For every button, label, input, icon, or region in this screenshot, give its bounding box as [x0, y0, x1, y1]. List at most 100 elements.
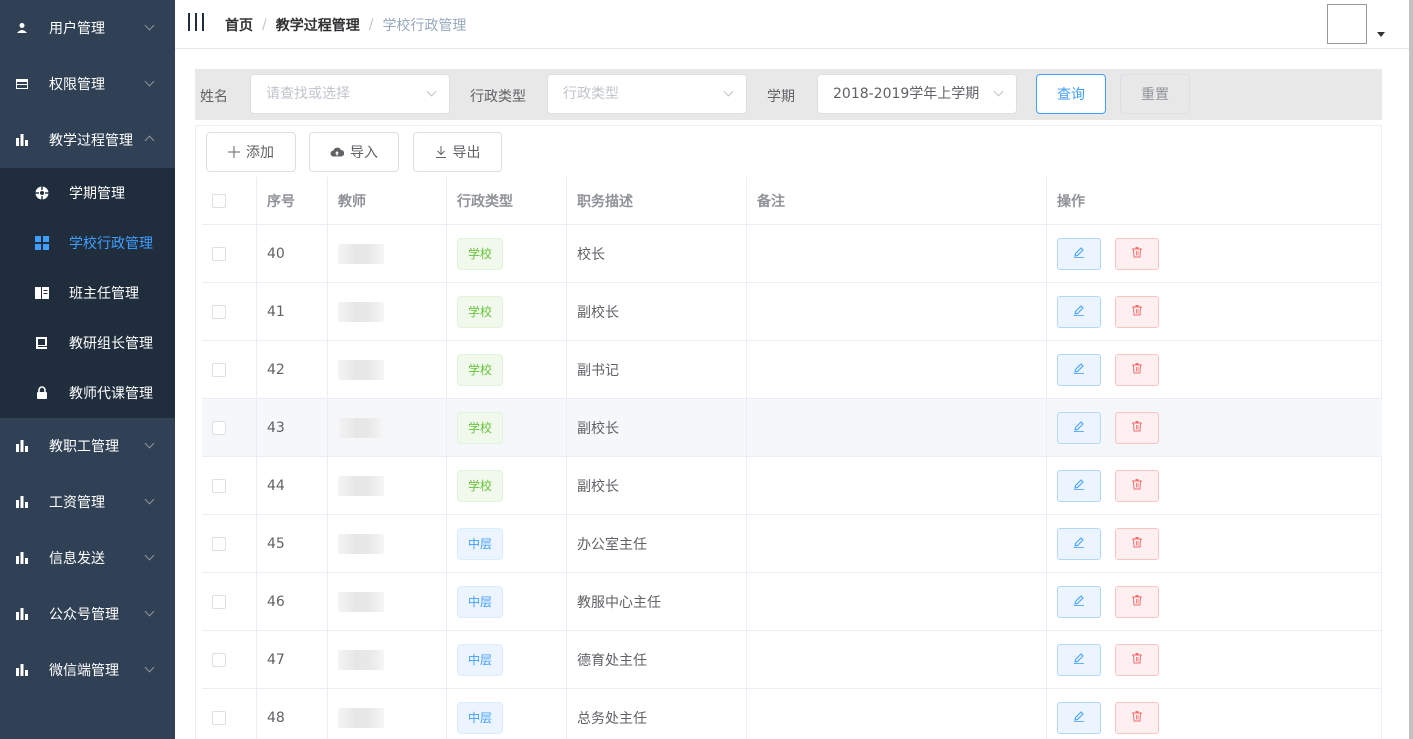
- edit-button[interactable]: [1057, 527, 1101, 560]
- edit-button[interactable]: [1057, 701, 1101, 734]
- term-select[interactable]: 2018-2019学年上学期: [817, 74, 1017, 114]
- row-checkbox-cell: [202, 515, 257, 572]
- table-row[interactable]: 48 中层 总务处主任: [202, 689, 1382, 739]
- table-row[interactable]: 45 中层 办公室主任: [202, 515, 1382, 573]
- delete-button[interactable]: [1115, 469, 1159, 502]
- sidebar-item-label: 权限管理: [49, 77, 105, 93]
- sidebar-item-term-management[interactable]: 学期管理: [0, 168, 175, 218]
- row-checkbox[interactable]: [212, 536, 226, 551]
- chart-icon: [16, 134, 28, 146]
- table-row[interactable]: 43 学校 副校长: [202, 399, 1382, 457]
- select-all-checkbox[interactable]: [212, 193, 226, 208]
- type-tag: 中层: [457, 643, 504, 676]
- table-header-row: 序号 教师 行政类型 职务描述 备注 操作: [202, 177, 1382, 225]
- row-actions: [1047, 573, 1382, 630]
- chart-icon: [16, 552, 28, 564]
- row-checkbox[interactable]: [212, 594, 226, 609]
- row-checkbox[interactable]: [212, 246, 226, 261]
- sidebar-item-staff-management[interactable]: 教职工管理: [0, 418, 175, 474]
- delete-button[interactable]: [1115, 237, 1159, 270]
- delete-button[interactable]: [1115, 701, 1159, 734]
- sidebar-item-label: 班主任管理: [69, 286, 139, 302]
- sidebar-item-school-admin[interactable]: 学校行政管理: [0, 218, 175, 268]
- delete-button[interactable]: [1115, 585, 1159, 618]
- row-checkbox-cell: [202, 631, 257, 688]
- type-select[interactable]: 行政类型: [547, 74, 747, 114]
- table-row[interactable]: 46 中层 教服中心主任: [202, 573, 1382, 631]
- sidebar-item-research-leader[interactable]: 教研组长管理: [0, 318, 175, 368]
- sidebar-item-class-teacher[interactable]: 班主任管理: [0, 268, 175, 318]
- row-checkbox[interactable]: [212, 420, 226, 435]
- row-type: 学校: [447, 457, 567, 514]
- sidebar-item-official-account[interactable]: 公众号管理: [0, 586, 175, 642]
- edit-button[interactable]: [1057, 411, 1101, 444]
- sidebar-item-permission-management[interactable]: 权限管理: [0, 56, 175, 112]
- breadcrumb-teaching-process[interactable]: 教学过程管理: [276, 15, 360, 35]
- edit-button[interactable]: [1057, 585, 1101, 618]
- note-icon: [35, 336, 49, 350]
- pencil-icon: [1073, 420, 1085, 436]
- teacher-name-blurred: [338, 649, 384, 670]
- sidebar-item-teaching-process[interactable]: 教学过程管理: [0, 112, 175, 168]
- table-icon: [16, 78, 28, 90]
- edit-button[interactable]: [1057, 353, 1101, 386]
- chevron-down-icon: [144, 494, 155, 505]
- sidebar-item-user-management[interactable]: 用户管理: [0, 0, 175, 56]
- grid-icon: [35, 236, 49, 250]
- row-actions: [1047, 515, 1382, 572]
- table-row[interactable]: 44 学校 副校长: [202, 457, 1382, 515]
- table-row[interactable]: 40 学校 校长: [202, 225, 1382, 283]
- row-checkbox[interactable]: [212, 304, 226, 319]
- teacher-name-blurred: [338, 591, 384, 612]
- query-button[interactable]: 查询: [1036, 74, 1106, 114]
- chevron-down-icon: [144, 606, 155, 617]
- table-row[interactable]: 47 中层 德育处主任: [202, 631, 1382, 689]
- breadcrumb-current: 学校行政管理: [382, 18, 467, 34]
- breadcrumb: 首页 / 教学过程管理 / 学校行政管理: [225, 15, 466, 35]
- row-id: 42: [257, 341, 328, 398]
- row-checkbox[interactable]: [212, 478, 226, 493]
- delete-button[interactable]: [1115, 411, 1159, 444]
- edit-button[interactable]: [1057, 643, 1101, 676]
- delete-button[interactable]: [1115, 353, 1159, 386]
- row-type: 学校: [447, 283, 567, 340]
- sidebar-item-message-sending[interactable]: 信息发送: [0, 530, 175, 586]
- edit-button[interactable]: [1057, 295, 1101, 328]
- breadcrumb-home[interactable]: 首页: [225, 15, 253, 35]
- hamburger-icon[interactable]: [188, 13, 204, 31]
- caret-down-icon[interactable]: [1377, 32, 1385, 37]
- row-checkbox[interactable]: [212, 652, 226, 667]
- delete-button[interactable]: [1115, 527, 1159, 560]
- edit-button[interactable]: [1057, 237, 1101, 270]
- row-note: [747, 283, 1047, 340]
- chevron-down-icon: [144, 20, 155, 31]
- avatar[interactable]: [1327, 4, 1367, 44]
- add-button[interactable]: 添加: [206, 132, 296, 172]
- sidebar-item-salary-management[interactable]: 工资管理: [0, 474, 175, 530]
- reset-button[interactable]: 重置: [1120, 74, 1190, 114]
- row-duty: 副校长: [567, 399, 747, 456]
- row-type: 学校: [447, 225, 567, 282]
- row-checkbox[interactable]: [212, 362, 226, 377]
- type-tag: 学校: [457, 295, 504, 328]
- table-row[interactable]: 41 学校 副校长: [202, 283, 1382, 341]
- header-duty: 职务描述: [567, 177, 747, 224]
- table-row[interactable]: 42 学校 副书记: [202, 341, 1382, 399]
- name-select[interactable]: 请查找或选择: [250, 74, 450, 114]
- edit-button[interactable]: [1057, 469, 1101, 502]
- delete-button[interactable]: [1115, 643, 1159, 676]
- row-checkbox-cell: [202, 573, 257, 630]
- scrollbar[interactable]: [1409, 0, 1413, 739]
- export-button[interactable]: 导出: [413, 132, 502, 172]
- type-label: 行政类型: [470, 89, 526, 105]
- chevron-down-icon: [144, 76, 155, 87]
- row-teacher: [328, 283, 447, 340]
- teacher-name-blurred: [338, 359, 384, 380]
- sidebar-item-substitute-teacher[interactable]: 教师代课管理: [0, 368, 175, 418]
- breadcrumb-separator: /: [262, 17, 267, 33]
- import-button[interactable]: 导入: [309, 132, 399, 172]
- delete-button[interactable]: [1115, 295, 1159, 328]
- row-checkbox[interactable]: [212, 710, 226, 725]
- sidebar-item-wechat-management[interactable]: 微信端管理: [0, 642, 175, 698]
- row-id: 48: [257, 689, 328, 739]
